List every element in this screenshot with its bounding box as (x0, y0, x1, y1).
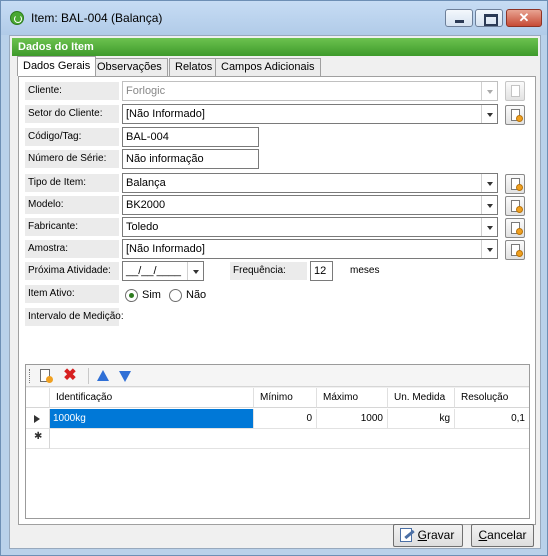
grid-toolbar: ✖ (26, 365, 529, 387)
column-header-maximo[interactable]: Máximo (317, 388, 388, 408)
item-ativo-sim-label[interactable]: Sim (142, 289, 161, 301)
proxima-atividade-label: Próxima Atividade: (25, 262, 119, 280)
add-setor-button[interactable] (505, 105, 525, 125)
cell-maximo[interactable]: 1000 (317, 409, 388, 429)
cell-identificacao[interactable]: 1000kg (50, 409, 254, 429)
item-ativo-nao-radio[interactable] (169, 289, 182, 302)
chevron-down-icon[interactable] (481, 240, 497, 258)
fabricante-label: Fabricante: (25, 218, 119, 236)
cliente-label: Cliente: (25, 82, 119, 100)
new-document-icon (511, 85, 520, 97)
fabricante-value: Toledo (126, 221, 159, 233)
item-ativo-nao-label[interactable]: Não (186, 289, 206, 301)
tab-panel-dados-gerais: Cliente: Forlogic Setor do Cliente: [Não… (18, 76, 536, 525)
delete-row-icon[interactable]: ✖ (62, 368, 78, 384)
intervalo-grid-panel: ✖ Identificação Mínimo Máximo Un. Medida… (25, 364, 530, 519)
codigo-label: Código/Tag: (25, 128, 119, 146)
setor-label: Setor do Cliente: (25, 105, 119, 123)
numero-serie-input[interactable]: Não informação (122, 149, 259, 169)
title-bar[interactable]: Item: BAL-004 (Balança) ✕ (1, 1, 547, 35)
modelo-value: BK2000 (126, 199, 166, 211)
modelo-combo[interactable]: BK2000 (122, 195, 498, 215)
intervalo-label: Intervalo de Medição: (25, 308, 124, 326)
tab-dados-gerais[interactable]: Dados Gerais (17, 56, 97, 76)
new-row-star-icon: ✱ (34, 431, 43, 442)
minimize-button[interactable] (445, 9, 473, 27)
chevron-down-icon[interactable] (481, 218, 497, 236)
frequencia-label: Frequência: (230, 262, 307, 280)
close-icon: ✕ (518, 10, 530, 25)
column-header-un-medida[interactable]: Un. Medida (388, 388, 455, 408)
save-icon (400, 528, 415, 543)
cell-minimo[interactable]: 0 (254, 409, 317, 429)
toolbar-separator (88, 368, 89, 384)
modelo-label: Modelo: (25, 196, 119, 214)
tipo-item-combo[interactable]: Balança (122, 173, 498, 193)
proxima-atividade-date[interactable]: __/__/____ (122, 261, 204, 281)
tab-observacoes[interactable]: Observações (91, 58, 168, 76)
column-header-identificacao[interactable]: Identificação (50, 388, 254, 408)
new-row[interactable] (50, 429, 529, 449)
add-amostra-button[interactable] (505, 240, 525, 260)
section-header: Dados do Item (12, 38, 538, 56)
amostra-combo[interactable]: [Não Informado] (122, 239, 498, 259)
tab-relatos[interactable]: Relatos (169, 58, 219, 76)
new-row-icon[interactable] (38, 368, 54, 384)
current-row-icon (34, 415, 40, 423)
window-title: Item: BAL-004 (Balança) (31, 11, 163, 25)
chevron-down-icon[interactable] (481, 105, 497, 123)
proxima-atividade-value: __/__/____ (126, 265, 182, 277)
tipo-item-value: Balança (126, 177, 166, 189)
item-ativo-sim-radio[interactable] (125, 289, 138, 302)
cliente-combo: Forlogic (122, 81, 498, 101)
move-down-icon[interactable] (117, 368, 133, 384)
cliente-value: Forlogic (126, 85, 166, 97)
row-header-new[interactable]: ✱ (26, 429, 50, 449)
tipo-item-label: Tipo de Item: (25, 174, 119, 192)
toolbar-grip (29, 369, 31, 383)
setor-value: [Não Informado] (126, 108, 205, 120)
setor-combo[interactable]: [Não Informado] (122, 104, 498, 124)
frequencia-input[interactable]: 12 (310, 261, 333, 281)
move-up-icon[interactable] (95, 368, 111, 384)
numero-serie-label: Número de Série: (25, 150, 119, 168)
column-header-minimo[interactable]: Mínimo (254, 388, 317, 408)
app-icon (10, 11, 24, 25)
intervalo-grid: Identificação Mínimo Máximo Un. Medida R… (26, 388, 529, 518)
add-modelo-button[interactable] (505, 196, 525, 216)
chevron-down-icon[interactable] (481, 196, 497, 214)
cell-resolucao[interactable]: 0,1 (455, 409, 529, 429)
column-header-resolucao[interactable]: Resolução (455, 388, 529, 408)
add-fabricante-button[interactable] (505, 218, 525, 238)
item-ativo-label: Item Ativo: (25, 285, 119, 303)
amostra-value: [Não Informado] (126, 243, 205, 255)
chevron-down-icon[interactable] (481, 174, 497, 192)
tab-campos-adicionais[interactable]: Campos Adicionais (215, 58, 321, 76)
add-cliente-button (505, 81, 525, 101)
codigo-input[interactable]: BAL-004 (122, 127, 259, 147)
row-header-current[interactable] (26, 409, 50, 429)
dialog-client-area: Dados do Item Observações Relatos Campos… (9, 35, 541, 549)
grid-corner-header (26, 388, 50, 408)
maximize-button[interactable] (475, 9, 503, 27)
fabricante-combo[interactable]: Toledo (122, 217, 498, 237)
add-tipo-item-button[interactable] (505, 174, 525, 194)
close-button[interactable]: ✕ (506, 9, 542, 27)
amostra-label: Amostra: (25, 240, 119, 258)
frequencia-unit: meses (350, 265, 380, 276)
chevron-down-icon (481, 82, 497, 100)
calendar-dropdown-icon[interactable] (187, 262, 203, 280)
cell-un-medida[interactable]: kg (388, 409, 455, 429)
dialog-window: Item: BAL-004 (Balança) ✕ Dados do Item … (0, 0, 548, 556)
save-button[interactable]: Gravar (393, 524, 463, 547)
cancel-button[interactable]: Cancelar (471, 524, 534, 547)
